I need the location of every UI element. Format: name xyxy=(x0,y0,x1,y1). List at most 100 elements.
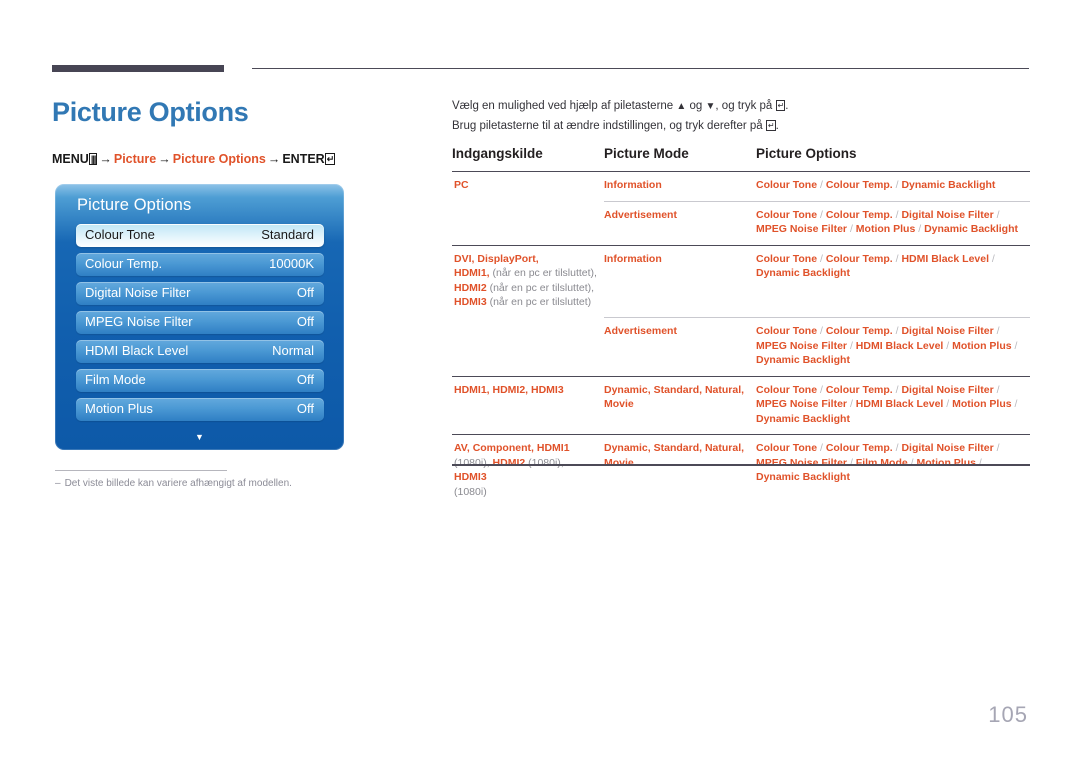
cell-input-source: AV, Component, HDMI1 (1080i), HDMI2 (1080… xyxy=(452,434,604,507)
cell-picture-mode: Advertisement xyxy=(604,200,756,245)
source-name: Component xyxy=(472,442,532,454)
option-name: Film Mode xyxy=(855,456,908,469)
option-name: MPEG Noise Filter xyxy=(756,339,848,352)
option-name: Colour Tone xyxy=(756,442,818,454)
option-separator: / xyxy=(993,383,1000,396)
source-note: (1080i), xyxy=(454,456,493,469)
column-header-picture-options: Picture Options xyxy=(756,146,857,161)
source-name: HDMI1 xyxy=(536,442,570,454)
option-name: Dynamic Backlight xyxy=(756,354,850,366)
osd-menu-item-6[interactable]: Motion Plus Off xyxy=(76,398,324,421)
enter-key-icon: ↵ xyxy=(765,120,776,131)
option-name: Digital Noise Filter xyxy=(901,208,994,221)
osd-menu-item-value: Off xyxy=(296,314,314,329)
breadcrumb-arrow-2: → xyxy=(158,152,171,166)
table-bottom-rule xyxy=(452,464,1030,466)
osd-picture-options-panel: Picture Options Colour Tone Standard Colou… xyxy=(55,184,344,450)
osd-menu-item-label: HDMI Black Level xyxy=(85,343,189,358)
source-name: PC xyxy=(454,179,469,191)
table-row: HDMI1, HDMI2, HDMI3 Dynamic, Standard, Na… xyxy=(452,375,1030,435)
source-name: HDMI1, HDMI2, HDMI3 xyxy=(454,383,564,396)
intro-line1-text-b: og xyxy=(689,100,703,112)
osd-menu-item-value: Off xyxy=(296,401,314,416)
intro-line1-text-c: , og tryk på xyxy=(715,100,773,112)
breadcrumb-arrow-1: → xyxy=(99,152,112,166)
arrow-down-icon: ▼ xyxy=(705,101,716,112)
option-name: Motion Plus xyxy=(952,339,1012,352)
page-title: Picture Options xyxy=(52,97,249,127)
cell-input-source xyxy=(452,318,604,377)
source-name: , xyxy=(535,252,539,265)
option-name: Colour Tone xyxy=(756,208,818,221)
cell-picture-options: Colour Tone / Colour Temp. / Digital Noi… xyxy=(756,375,1030,435)
option-separator: / xyxy=(817,383,826,396)
osd-menu-item-3[interactable]: MPEG Noise Filter Off xyxy=(76,311,324,334)
page-number: 105 xyxy=(988,702,1028,727)
intro-line-1: Vælg en mulighed ved hjælp af piletaster… xyxy=(452,99,1032,114)
osd-menu-item-label: MPEG Noise Filter xyxy=(85,314,193,329)
source-name: Information xyxy=(604,179,662,191)
source-note: (når en pc er tilsluttet), xyxy=(489,267,597,279)
option-name: Dynamic Backlight xyxy=(756,267,850,279)
option-name: Colour Temp. xyxy=(825,179,893,191)
osd-menu-item-value: Off xyxy=(296,372,314,387)
osd-menu-item-2[interactable]: Digital Noise Filter Off xyxy=(76,282,324,305)
option-name: Colour Temp. xyxy=(825,442,893,454)
option-name: Dynamic Backlight xyxy=(901,179,996,191)
source-name: Dynamic, Standard, Natural, Movie xyxy=(604,383,745,411)
option-separator: / xyxy=(847,456,856,469)
breadcrumb: MENU ||| → Picture → Picture Options → ENTER ↵ xyxy=(52,152,336,166)
cell-picture-options: Colour Tone / Colour Temp. / Digital Noi… xyxy=(756,200,1030,245)
intro-line-2: Brug piletasterne til at ændre indstilli… xyxy=(452,119,1032,134)
osd-menu-item-0[interactable]: Colour Tone Standard xyxy=(76,224,324,247)
osd-menu-item-1[interactable]: Colour Temp. 10000K xyxy=(76,253,324,276)
option-name: HDMI Black Level xyxy=(855,398,944,410)
arrow-up-icon: ▲ xyxy=(676,101,687,112)
cell-input-source: PC xyxy=(452,171,604,201)
option-name: Digital Noise Filter xyxy=(901,442,994,454)
table-row: AV, Component, HDMI1 (1080i), HDMI2 (1080… xyxy=(452,434,1030,507)
osd-menu-item-5[interactable]: Film Mode Off xyxy=(76,369,324,392)
cell-picture-options: Colour Tone / Colour Temp. / Digital Noi… xyxy=(756,317,1030,376)
osd-menu-item-label: Film Mode xyxy=(85,372,146,387)
option-name: HDMI Black Level xyxy=(855,339,944,352)
option-name: Motion Plus xyxy=(916,456,976,469)
osd-menu-item-value: Standard xyxy=(261,227,314,242)
option-separator: / xyxy=(817,252,826,265)
cell-picture-mode: Dynamic, Standard, Natural, Movie xyxy=(604,434,756,507)
cell-input-source xyxy=(452,201,604,245)
source-name: AV xyxy=(454,442,467,454)
osd-menu-item-label: Colour Tone xyxy=(85,227,155,242)
option-name: HDMI Black Level xyxy=(901,252,990,265)
option-name: Colour Tone xyxy=(756,325,818,337)
option-name: Colour Tone xyxy=(756,179,818,191)
source-name: HDMI2 xyxy=(492,456,526,469)
footnote-divider xyxy=(55,470,227,471)
option-separator: / xyxy=(847,223,856,235)
option-separator: / xyxy=(1011,398,1018,410)
option-name: Colour Temp. xyxy=(825,383,893,396)
option-separator: / xyxy=(847,398,856,410)
osd-menu-item-4[interactable]: HDMI Black Level Normal xyxy=(76,340,324,363)
picture-options-table: Indgangskilde Picture Mode Picture Optio… xyxy=(452,146,1030,507)
footnote-dash: – xyxy=(55,478,61,489)
option-name: Colour Tone xyxy=(756,383,818,396)
breadcrumb-arrow-3: → xyxy=(267,152,281,166)
option-name: MPEG Noise Filter xyxy=(756,223,848,235)
osd-panel-title: Picture Options xyxy=(77,196,192,214)
option-name: Motion Plus xyxy=(855,223,916,235)
breadcrumb-item-picture[interactable]: Picture xyxy=(114,152,156,166)
option-separator: / xyxy=(943,398,953,410)
option-name: Digital Noise Filter xyxy=(901,383,994,396)
osd-menu-list: Colour Tone Standard Colour Temp. 10000K Dig… xyxy=(76,224,324,427)
option-name: Dynamic Backlight xyxy=(924,223,1019,235)
option-separator: / xyxy=(993,325,1000,337)
source-name: DisplayPort xyxy=(477,252,536,265)
option-separator: / xyxy=(817,179,826,191)
breadcrumb-item-picture-options[interactable]: Picture Options xyxy=(173,152,266,166)
source-name: HDMI3 xyxy=(454,296,487,308)
scroll-down-arrow-icon[interactable]: ▼ xyxy=(55,433,344,442)
osd-menu-item-value: Off xyxy=(296,285,314,300)
osd-menu-item-value: 10000K xyxy=(269,256,314,271)
osd-menu-item-label: Motion Plus xyxy=(85,401,153,416)
